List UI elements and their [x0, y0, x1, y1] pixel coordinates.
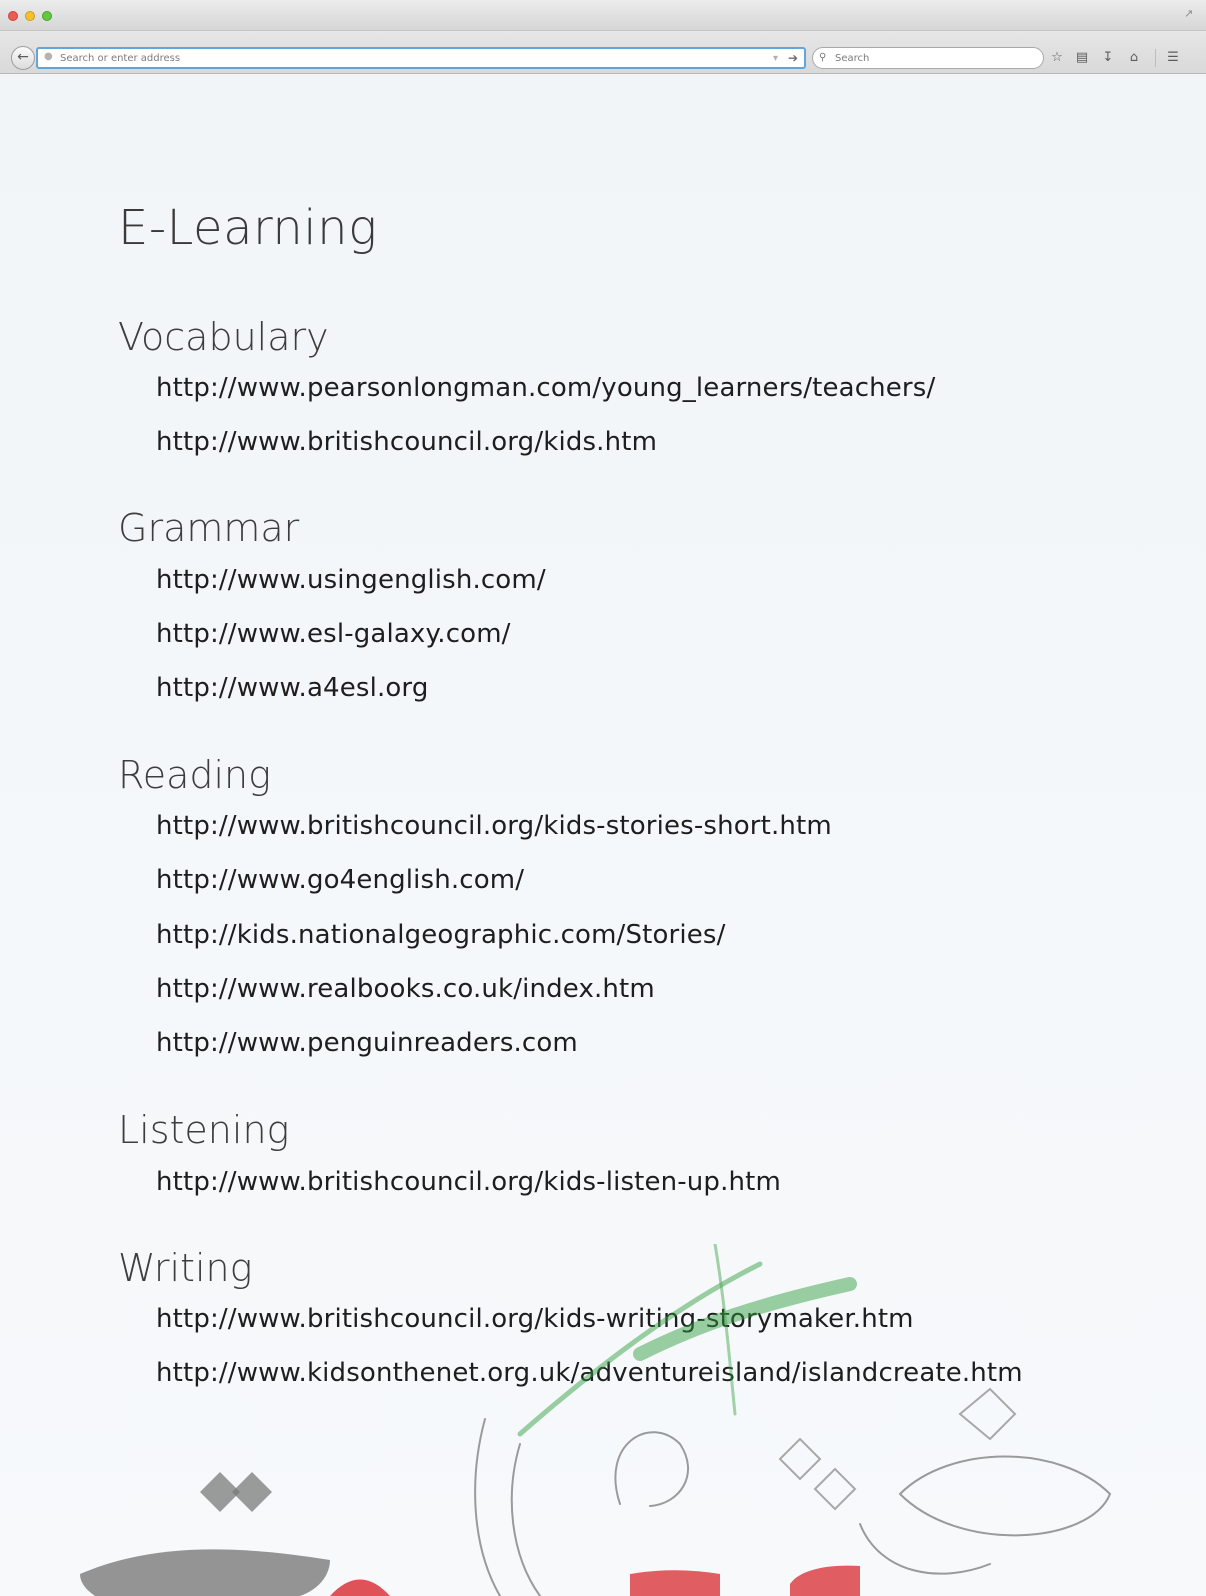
magnifier-icon[interactable]: ⚲	[819, 51, 826, 65]
section-heading-grammar: Grammar	[118, 506, 300, 550]
section-heading-writing: Writing	[118, 1246, 253, 1290]
toolbar-divider	[1155, 49, 1156, 67]
section-heading-vocabulary: Vocabulary	[118, 315, 329, 359]
resource-link[interactable]: http://www.pearsonlongman.com/young_lear…	[156, 373, 935, 403]
address-bar[interactable]: ● ▾ ➔	[36, 47, 806, 69]
home-icon[interactable]: ⌂	[1125, 49, 1143, 67]
resource-link[interactable]: http://www.go4english.com/	[156, 865, 524, 895]
download-arrow-icon[interactable]: ↧	[1099, 49, 1117, 67]
minimize-window-button[interactable]	[25, 11, 35, 21]
navigation-toolbar: ← ● ▾ ➔ ⚲ ☆ ▤ ↧ ⌂ ☰	[0, 31, 1206, 74]
close-window-button[interactable]	[8, 11, 18, 21]
search-bar[interactable]: ⚲	[812, 47, 1044, 69]
calligraphy-watermark	[80, 1244, 1112, 1596]
resource-link[interactable]: http://www.realbooks.co.uk/index.htm	[156, 974, 655, 1004]
section-heading-reading: Reading	[118, 753, 271, 797]
zoom-window-button[interactable]	[42, 11, 52, 21]
history-dropdown-icon[interactable]: ▾	[773, 52, 778, 66]
address-input[interactable]	[60, 51, 740, 65]
section-heading-listening: Listening	[118, 1108, 290, 1152]
back-button[interactable]: ←	[11, 46, 35, 70]
go-arrow-icon[interactable]: ➔	[788, 51, 798, 65]
resource-link[interactable]: http://www.esl-galaxy.com/	[156, 619, 511, 649]
resource-link[interactable]: http://www.britishcouncil.org/kids.htm	[156, 427, 657, 457]
resource-link[interactable]: http://www.penguinreaders.com	[156, 1028, 578, 1058]
back-arrow-icon: ←	[17, 49, 29, 65]
star-icon[interactable]: ☆	[1048, 49, 1066, 67]
clipboard-icon[interactable]: ▤	[1073, 49, 1091, 67]
window-titlebar: ↗	[0, 0, 1206, 31]
fullscreen-icon[interactable]: ↗	[1184, 7, 1198, 21]
resource-link[interactable]: http://www.kidsonthenet.org.uk/adventure…	[156, 1358, 1023, 1388]
resource-link[interactable]: http://kids.nationalgeographic.com/Stori…	[156, 920, 725, 950]
hamburger-menu-icon[interactable]: ☰	[1164, 49, 1182, 67]
search-input[interactable]	[835, 51, 1035, 65]
resource-link[interactable]: http://www.britishcouncil.org/kids-liste…	[156, 1167, 781, 1197]
identity-icon: ●	[44, 51, 53, 62]
resource-link[interactable]: http://www.britishcouncil.org/kids-stori…	[156, 811, 832, 841]
resource-link[interactable]: http://www.usingenglish.com/	[156, 565, 546, 595]
resource-link[interactable]: http://www.a4esl.org	[156, 673, 428, 703]
page-content: E-Learning Vocabulary http://www.pearson…	[0, 74, 1206, 1596]
resource-link[interactable]: http://www.britishcouncil.org/kids-writi…	[156, 1304, 914, 1334]
page-title: E-Learning	[118, 200, 378, 256]
